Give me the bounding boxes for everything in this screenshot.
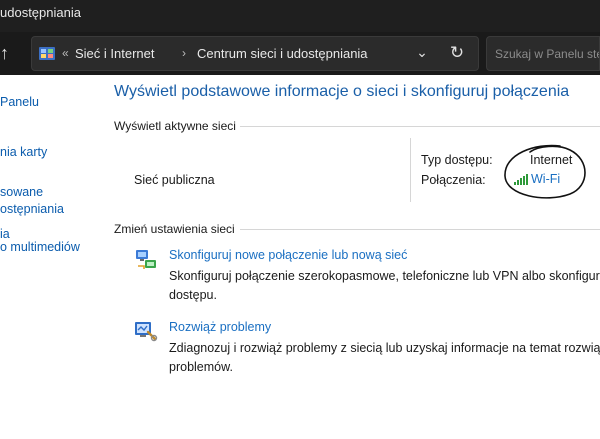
search-placeholder: Szukaj w Panelu stero <box>495 47 599 61</box>
nav-item-media-streaming-cont[interactable]: o multimediów <box>0 239 80 256</box>
setup-connection-link[interactable]: Skonfiguruj nowe połączenie lub nową sie… <box>169 248 407 262</box>
setup-connection-desc-line2: dostępu. <box>169 288 217 302</box>
left-nav: Panelu nia karty sowane ostępniania ia o… <box>0 75 100 439</box>
window-title: udostępniania <box>0 5 81 20</box>
address-bar: ↑ « Sieć i Internet › Centrum sieci i ud… <box>0 32 600 75</box>
chevron-down-icon[interactable]: ⌄ <box>412 44 432 64</box>
hand-drawn-circle <box>504 144 586 199</box>
nav-item-advanced-sharing[interactable]: sowane <box>0 184 43 201</box>
active-networks-heading: Wyświetl aktywne sieci <box>114 119 236 133</box>
breadcrumb-network-center[interactable]: Centrum sieci i udostępniania <box>197 46 368 61</box>
search-input[interactable]: Szukaj w Panelu stero <box>486 36 600 71</box>
troubleshoot-desc-line2: problemów. <box>169 360 233 374</box>
window-titlebar: udostępniania <box>0 0 600 32</box>
access-type-label: Typ dostępu: <box>421 153 493 167</box>
divider <box>410 138 411 202</box>
network-setup-icon <box>136 250 156 269</box>
control-panel-icon <box>39 47 55 60</box>
breadcrumb-separator: « <box>62 46 69 60</box>
network-name: Sieć publiczna <box>134 173 215 187</box>
connections-label: Połączenia: <box>421 173 486 187</box>
change-settings-heading: Zmień ustawienia sieci <box>114 222 235 236</box>
refresh-icon[interactable]: ↻ <box>446 43 468 65</box>
up-arrow-icon[interactable]: ↑ <box>0 42 18 64</box>
troubleshoot-desc-line1: Zdiagnozuj i rozwiąż problemy z siecią l… <box>169 341 600 355</box>
nav-item-control-panel-home[interactable]: Panelu <box>0 94 39 111</box>
troubleshoot-link[interactable]: Rozwiąż problemy <box>169 320 271 334</box>
breadcrumb-separator: › <box>182 46 186 60</box>
nav-item-advanced-sharing-cont[interactable]: ostępniania <box>0 201 64 218</box>
breadcrumb-network-internet[interactable]: Sieć i Internet <box>75 46 155 61</box>
troubleshoot-icon <box>135 322 158 342</box>
divider <box>240 126 600 127</box>
breadcrumb[interactable]: « Sieć i Internet › Centrum sieci i udos… <box>31 36 479 71</box>
page-title: Wyświetl podstawowe informacje o sieci i… <box>114 83 570 100</box>
setup-connection-desc-line1: Skonfiguruj połączenie szerokopasmowe, t… <box>169 269 600 283</box>
divider <box>240 229 600 230</box>
nav-item-adapter-settings[interactable]: nia karty <box>0 144 47 161</box>
